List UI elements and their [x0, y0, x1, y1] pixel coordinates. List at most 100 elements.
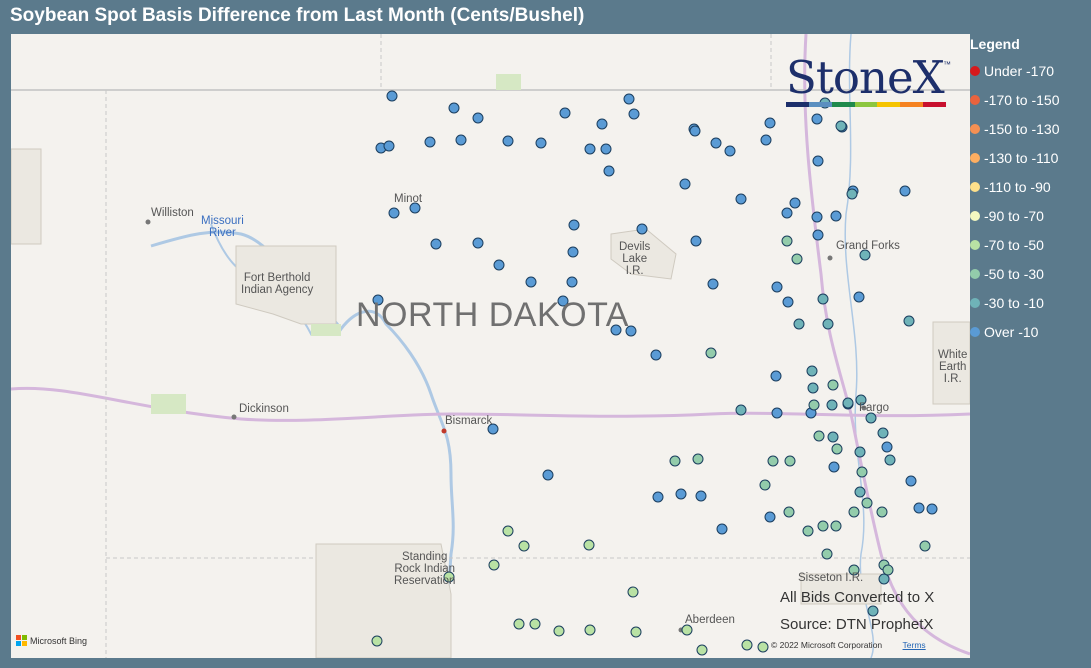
bid-marker[interactable] — [882, 564, 894, 576]
bid-marker[interactable] — [811, 211, 823, 223]
bid-marker[interactable] — [846, 188, 858, 200]
legend-item[interactable]: -50 to -30 — [970, 259, 1091, 288]
bid-marker[interactable] — [865, 412, 877, 424]
bid-marker[interactable] — [913, 502, 925, 514]
bid-marker[interactable] — [764, 511, 776, 523]
legend-item[interactable]: Over -10 — [970, 317, 1091, 346]
bid-marker[interactable] — [905, 475, 917, 487]
bid-marker[interactable] — [596, 118, 608, 130]
legend-item[interactable]: -90 to -70 — [970, 201, 1091, 230]
bid-marker[interactable] — [884, 454, 896, 466]
bid-marker[interactable] — [835, 120, 847, 132]
bid-marker[interactable] — [583, 539, 595, 551]
bid-marker[interactable] — [502, 135, 514, 147]
bid-marker[interactable] — [568, 219, 580, 231]
bid-marker[interactable] — [854, 486, 866, 498]
bid-marker[interactable] — [529, 618, 541, 630]
bid-marker[interactable] — [584, 143, 596, 155]
bid-marker[interactable] — [789, 197, 801, 209]
bid-marker[interactable] — [448, 102, 460, 114]
bid-marker[interactable] — [782, 296, 794, 308]
bid-marker[interactable] — [630, 626, 642, 638]
bid-marker[interactable] — [567, 246, 579, 258]
bid-marker[interactable] — [812, 155, 824, 167]
bid-marker[interactable] — [493, 259, 505, 271]
bid-marker[interactable] — [525, 276, 537, 288]
bid-marker[interactable] — [781, 235, 793, 247]
bid-marker[interactable] — [808, 399, 820, 411]
bid-marker[interactable] — [650, 349, 662, 361]
bid-markers[interactable] — [371, 90, 938, 656]
bid-marker[interactable] — [628, 108, 640, 120]
bid-marker[interactable] — [679, 178, 691, 190]
bid-marker[interactable] — [771, 281, 783, 293]
bid-marker[interactable] — [830, 520, 842, 532]
bid-marker[interactable] — [827, 431, 839, 443]
bid-marker[interactable] — [707, 278, 719, 290]
bid-marker[interactable] — [741, 639, 753, 651]
bid-marker[interactable] — [828, 461, 840, 473]
bid-marker[interactable] — [764, 117, 776, 129]
bid-marker[interactable] — [553, 625, 565, 637]
bid-marker[interactable] — [781, 207, 793, 219]
bid-marker[interactable] — [826, 399, 838, 411]
bid-marker[interactable] — [830, 210, 842, 222]
bid-marker[interactable] — [518, 540, 530, 552]
bid-marker[interactable] — [371, 635, 383, 647]
bid-marker[interactable] — [878, 573, 890, 585]
bid-marker[interactable] — [513, 618, 525, 630]
bid-marker[interactable] — [783, 506, 795, 518]
bid-marker[interactable] — [784, 455, 796, 467]
legend-item[interactable]: Under -170 — [970, 56, 1091, 85]
bid-marker[interactable] — [705, 347, 717, 359]
bid-marker[interactable] — [502, 525, 514, 537]
bid-marker[interactable] — [669, 455, 681, 467]
bid-marker[interactable] — [856, 466, 868, 478]
bid-marker[interactable] — [566, 276, 578, 288]
bid-marker[interactable] — [388, 207, 400, 219]
bid-marker[interactable] — [623, 93, 635, 105]
bid-marker[interactable] — [802, 525, 814, 537]
bid-marker[interactable] — [817, 520, 829, 532]
bid-marker[interactable] — [903, 315, 915, 327]
bid-marker[interactable] — [559, 107, 571, 119]
bid-marker[interactable] — [822, 318, 834, 330]
bid-marker[interactable] — [757, 641, 769, 653]
bid-marker[interactable] — [716, 523, 728, 535]
bid-marker[interactable] — [919, 540, 931, 552]
bid-marker[interactable] — [812, 229, 824, 241]
bid-marker[interactable] — [472, 237, 484, 249]
legend-item[interactable]: -170 to -150 — [970, 85, 1091, 114]
bid-marker[interactable] — [735, 193, 747, 205]
bing-attribution[interactable]: Microsoft Bing — [16, 635, 87, 646]
bid-marker[interactable] — [430, 238, 442, 250]
bid-marker[interactable] — [488, 559, 500, 571]
bid-marker[interactable] — [636, 223, 648, 235]
bid-marker[interactable] — [603, 165, 615, 177]
bid-marker[interactable] — [817, 293, 829, 305]
bid-marker[interactable] — [652, 491, 664, 503]
bid-marker[interactable] — [848, 506, 860, 518]
bid-marker[interactable] — [696, 644, 708, 656]
bid-marker[interactable] — [831, 443, 843, 455]
bid-marker[interactable] — [926, 503, 938, 515]
legend-item[interactable]: -130 to -110 — [970, 143, 1091, 172]
bid-marker[interactable] — [542, 469, 554, 481]
bid-marker[interactable] — [821, 548, 833, 560]
bid-marker[interactable] — [695, 490, 707, 502]
bid-marker[interactable] — [854, 446, 866, 458]
bid-marker[interactable] — [710, 137, 722, 149]
bid-marker[interactable] — [600, 143, 612, 155]
bid-marker[interactable] — [811, 113, 823, 125]
bid-marker[interactable] — [853, 291, 865, 303]
bid-marker[interactable] — [675, 488, 687, 500]
legend-item[interactable]: -150 to -130 — [970, 114, 1091, 143]
bid-marker[interactable] — [813, 430, 825, 442]
bid-marker[interactable] — [842, 397, 854, 409]
bid-marker[interactable] — [759, 479, 771, 491]
legend-item[interactable]: -30 to -10 — [970, 288, 1091, 317]
bid-marker[interactable] — [877, 427, 889, 439]
bid-marker[interactable] — [535, 137, 547, 149]
bid-marker[interactable] — [881, 441, 893, 453]
bid-marker[interactable] — [899, 185, 911, 197]
